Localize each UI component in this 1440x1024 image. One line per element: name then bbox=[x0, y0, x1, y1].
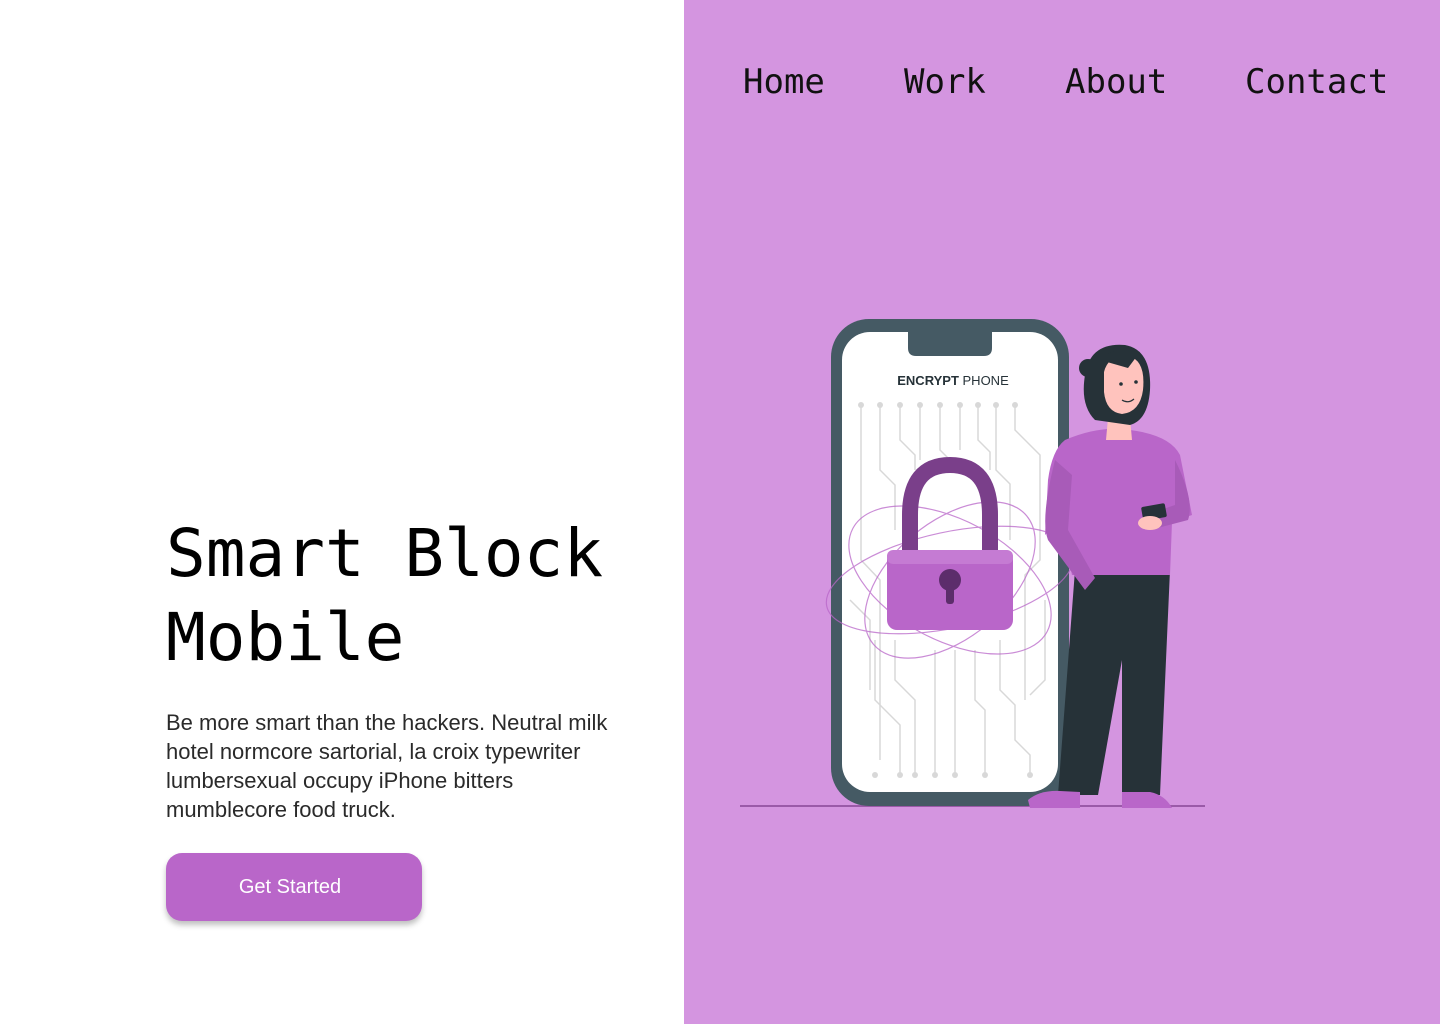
main-nav: Home Work About Contact bbox=[684, 62, 1440, 112]
nav-link-home[interactable]: Home bbox=[743, 62, 825, 102]
hero-description: Be more smart than the hackers. Neutral … bbox=[166, 710, 608, 822]
hero-title: Smart Block Mobile bbox=[166, 512, 666, 680]
hand bbox=[1138, 516, 1162, 530]
right-eye bbox=[1134, 380, 1138, 384]
nav-link-about[interactable]: About bbox=[1065, 62, 1167, 102]
right-shoe bbox=[1122, 792, 1172, 808]
nav-link-work[interactable]: Work bbox=[904, 62, 986, 102]
hero-title-line-1: Smart Block bbox=[166, 515, 604, 592]
encrypt-phone-illustration: ENCRYPT PHONE bbox=[740, 319, 1205, 808]
screen-label: ENCRYPT PHONE bbox=[897, 373, 1009, 388]
hair-bun bbox=[1079, 359, 1097, 377]
left-eye bbox=[1119, 382, 1123, 386]
hero-title-line-2: Mobile bbox=[166, 599, 405, 676]
nav-link-contact[interactable]: Contact bbox=[1245, 62, 1388, 102]
phone: ENCRYPT PHONE bbox=[825, 319, 1075, 806]
phone-notch bbox=[908, 332, 992, 356]
pants bbox=[1058, 570, 1170, 795]
get-started-button[interactable]: Get Started bbox=[166, 853, 422, 921]
left-panel: Smart Block Mobile Be more smart than th… bbox=[0, 0, 684, 1024]
